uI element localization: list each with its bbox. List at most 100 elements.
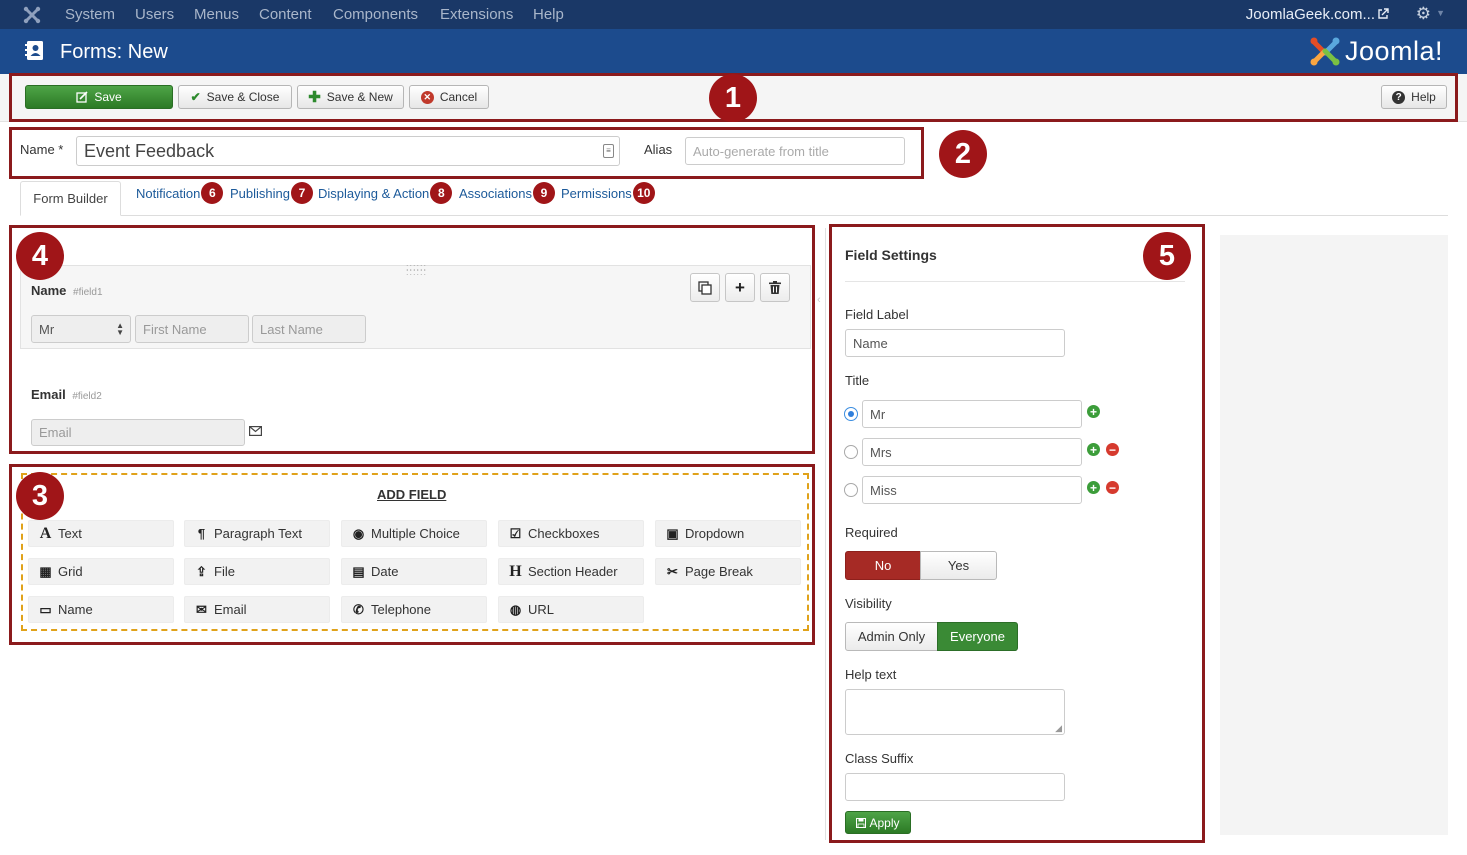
last-name-input[interactable]: Last Name <box>252 315 366 343</box>
help-text-label: Help text <box>845 667 897 682</box>
add-option-icon[interactable]: + <box>1087 443 1100 456</box>
field-settings-title: Field Settings <box>845 247 937 263</box>
option-mrs-radio[interactable] <box>844 445 858 459</box>
field-label-input[interactable]: Name <box>845 329 1065 357</box>
save-close-button[interactable]: ✔ Save & Close <box>178 85 292 109</box>
add-url-field[interactable]: ◍ URL <box>498 596 644 623</box>
save-close-label: Save & Close <box>206 90 280 104</box>
help-text-textarea[interactable]: ◢ <box>845 689 1065 735</box>
option-mr-input[interactable]: Mr <box>862 400 1082 428</box>
menu-extensions[interactable]: Extensions <box>440 6 513 23</box>
add-checkboxes-label: Checkboxes <box>528 526 600 541</box>
option-miss-radio[interactable] <box>844 483 858 497</box>
page-header: Forms: New Joomla! <box>0 29 1467 74</box>
grid-icon: ▦ <box>39 563 52 579</box>
select-arrows-icon: ▲ ▼ <box>116 321 124 337</box>
title-select[interactable]: Mr ▲ ▼ <box>31 315 131 343</box>
tab-notification[interactable]: Notification 6 <box>136 182 224 204</box>
tab-permissions-label: Permissions <box>561 185 632 201</box>
required-yes-button[interactable]: Yes <box>920 551 997 580</box>
joomla-icon[interactable] <box>22 5 42 25</box>
add-option-icon[interactable]: + <box>1087 405 1100 418</box>
add-date-field[interactable]: ▤ Date <box>341 558 487 585</box>
joomla-logo: Joomla! <box>1309 34 1443 68</box>
marker-5: 5 <box>1143 232 1191 280</box>
add-text-field[interactable]: A Text <box>28 520 174 547</box>
add-paragraph-field[interactable]: ¶ Paragraph Text <box>184 520 330 547</box>
apply-button[interactable]: Apply <box>845 811 911 834</box>
email-placeholder: Email <box>39 425 72 440</box>
envelope-icon: ✉ <box>196 601 207 617</box>
remove-option-icon[interactable]: − <box>1106 443 1119 456</box>
delete-field-button[interactable] <box>760 273 790 302</box>
name-input[interactable]: Event Feedback ≡ <box>76 136 620 166</box>
caret-down-icon[interactable]: ▼ <box>1436 8 1445 18</box>
save-button[interactable]: Save <box>25 85 173 109</box>
menu-menus[interactable]: Menus <box>194 6 239 23</box>
add-dropdown-field[interactable]: ▣ Dropdown <box>655 520 801 547</box>
drag-handle-icon[interactable]: :::::::::::: <box>406 263 427 277</box>
option-miss-input[interactable]: Miss <box>862 476 1082 504</box>
visibility-admin-button[interactable]: Admin Only <box>845 622 938 651</box>
first-name-input[interactable]: First Name <box>135 315 249 343</box>
add-email-field[interactable]: ✉ Email <box>184 596 330 623</box>
required-no-button[interactable]: No <box>845 551 921 580</box>
add-grid-field[interactable]: ▦ Grid <box>28 558 174 585</box>
add-option-icon[interactable]: + <box>1087 481 1100 494</box>
tab-displaying-action[interactable]: Displaying & Action 8 <box>318 182 453 204</box>
tab-associations[interactable]: Associations 9 <box>459 182 555 204</box>
add-multiple-choice-field[interactable]: ◉ Multiple Choice <box>341 520 487 547</box>
cancel-button[interactable]: ✕ Cancel <box>409 85 489 109</box>
remove-option-icon[interactable]: − <box>1106 481 1119 494</box>
field2-title: Email #field2 <box>31 387 102 402</box>
add-page-break-label: Page Break <box>685 564 753 579</box>
email-input[interactable]: Email <box>31 419 245 446</box>
tab-associations-label: Associations <box>459 185 532 201</box>
add-page-break-field[interactable]: ✂ Page Break <box>655 558 801 585</box>
marker-8: 8 <box>430 182 453 204</box>
save-new-button[interactable]: ✚ Save & New <box>297 85 404 109</box>
help-button[interactable]: ? Help <box>1381 85 1447 109</box>
option-mrs-input[interactable]: Mrs <box>862 438 1082 466</box>
add-file-field[interactable]: ⇪ File <box>184 558 330 585</box>
question-icon: ? <box>1392 90 1406 104</box>
menu-help[interactable]: Help <box>533 6 564 23</box>
tab-permissions[interactable]: Permissions 10 <box>561 182 655 204</box>
menu-system[interactable]: System <box>65 6 115 23</box>
add-dropdown-label: Dropdown <box>685 526 745 541</box>
add-url-label: URL <box>528 602 555 617</box>
alias-input[interactable]: Auto-generate from title <box>685 137 905 165</box>
marker-2: 2 <box>939 130 987 178</box>
collapse-arrow-icon[interactable]: ‹ <box>817 294 821 306</box>
tabs-divider <box>20 215 1448 216</box>
add-field-button[interactable]: + <box>725 273 755 302</box>
duplicate-field-button[interactable] <box>690 273 720 302</box>
field2-id: #field2 <box>72 391 102 402</box>
visibility-admin-label: Admin Only <box>857 629 926 644</box>
top-menu-bar: System Users Menus Content Components Ex… <box>0 0 1467 29</box>
address-book-icon <box>25 41 43 60</box>
class-suffix-input[interactable] <box>845 773 1065 801</box>
add-text-label: Text <box>58 526 82 541</box>
resize-handle-icon[interactable]: ◢ <box>1055 723 1062 734</box>
menu-content[interactable]: Content <box>259 6 312 23</box>
add-name-field[interactable]: ▭ Name <box>28 596 174 623</box>
menu-users[interactable]: Users <box>135 6 174 23</box>
tab-form-builder[interactable]: Form Builder <box>20 181 121 216</box>
save-disk-icon <box>856 817 867 828</box>
add-email-label: Email <box>214 602 247 617</box>
menu-components[interactable]: Components <box>333 6 418 23</box>
close-circle-icon: ✕ <box>420 90 434 104</box>
tab-publishing[interactable]: Publishing 7 <box>230 182 313 204</box>
cancel-label: Cancel <box>439 90 478 104</box>
gear-icon[interactable]: ⚙ <box>1416 4 1431 24</box>
option-mr-radio[interactable] <box>844 407 858 421</box>
visibility-everyone-button[interactable]: Everyone <box>937 622 1018 651</box>
apply-label: Apply <box>869 815 900 830</box>
field2-label: Email <box>31 387 66 402</box>
site-link[interactable]: JoomlaGeek.com... <box>1246 6 1375 23</box>
add-section-header-field[interactable]: H Section Header <box>498 558 644 585</box>
add-checkboxes-field[interactable]: ☑ Checkboxes <box>498 520 644 547</box>
add-telephone-field[interactable]: ✆ Telephone <box>341 596 487 623</box>
required-no-label: No <box>874 558 892 573</box>
